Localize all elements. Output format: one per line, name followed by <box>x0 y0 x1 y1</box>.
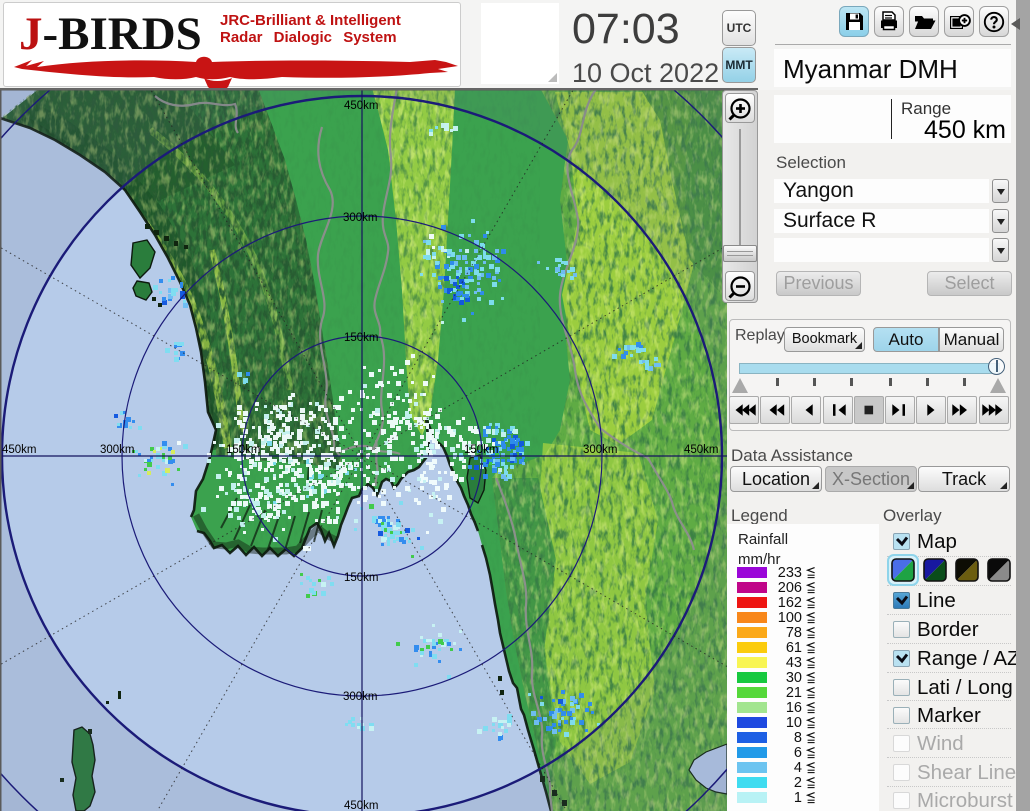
svg-text:450km: 450km <box>344 800 379 811</box>
svg-text:450km: 450km <box>344 100 379 112</box>
svg-text:450km: 450km <box>2 444 37 456</box>
svg-text:300km: 300km <box>343 691 378 703</box>
svg-text:150km: 150km <box>464 444 499 456</box>
svg-text:150km: 150km <box>344 332 379 344</box>
svg-text:150km: 150km <box>226 444 261 456</box>
svg-text:150km: 150km <box>344 572 379 584</box>
svg-text:450km: 450km <box>684 444 719 456</box>
svg-text:300km: 300km <box>343 212 378 224</box>
svg-text:300km: 300km <box>100 444 135 456</box>
svg-text:300km: 300km <box>583 444 618 456</box>
